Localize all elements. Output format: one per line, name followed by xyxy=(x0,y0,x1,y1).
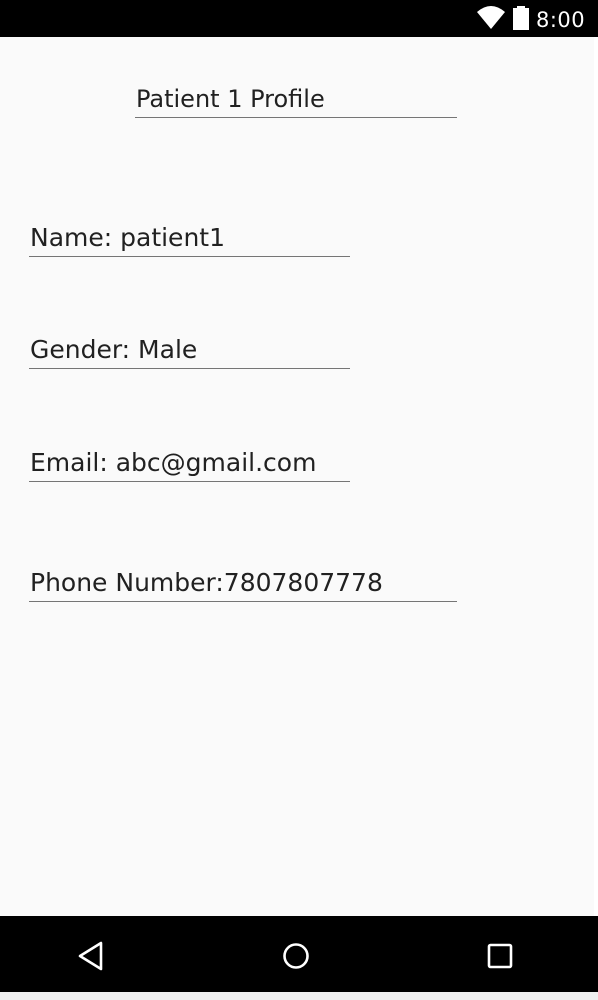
back-button[interactable] xyxy=(71,936,111,976)
name-field[interactable]: Name: patient1 xyxy=(29,221,350,257)
home-button[interactable] xyxy=(276,936,316,976)
recents-button[interactable] xyxy=(480,936,520,976)
navigation-bar xyxy=(0,916,598,1000)
gender-field[interactable]: Gender: Male xyxy=(29,333,350,369)
screen-edge xyxy=(594,37,598,916)
wifi-icon xyxy=(477,6,505,29)
battery-icon xyxy=(513,6,529,30)
email-field[interactable]: Email: abc@gmail.com xyxy=(29,446,350,482)
profile-title-field[interactable]: Patient 1 Profile xyxy=(135,82,457,118)
home-circle-icon xyxy=(283,943,309,969)
status-time: 8:00 xyxy=(536,8,586,32)
phone-number-field[interactable]: Phone Number:7807807778 xyxy=(29,566,457,602)
recents-square-icon xyxy=(487,943,513,969)
screen-bottom-edge xyxy=(0,992,598,1000)
status-bar: 8:00 xyxy=(0,0,598,37)
back-triangle-icon xyxy=(78,941,103,971)
